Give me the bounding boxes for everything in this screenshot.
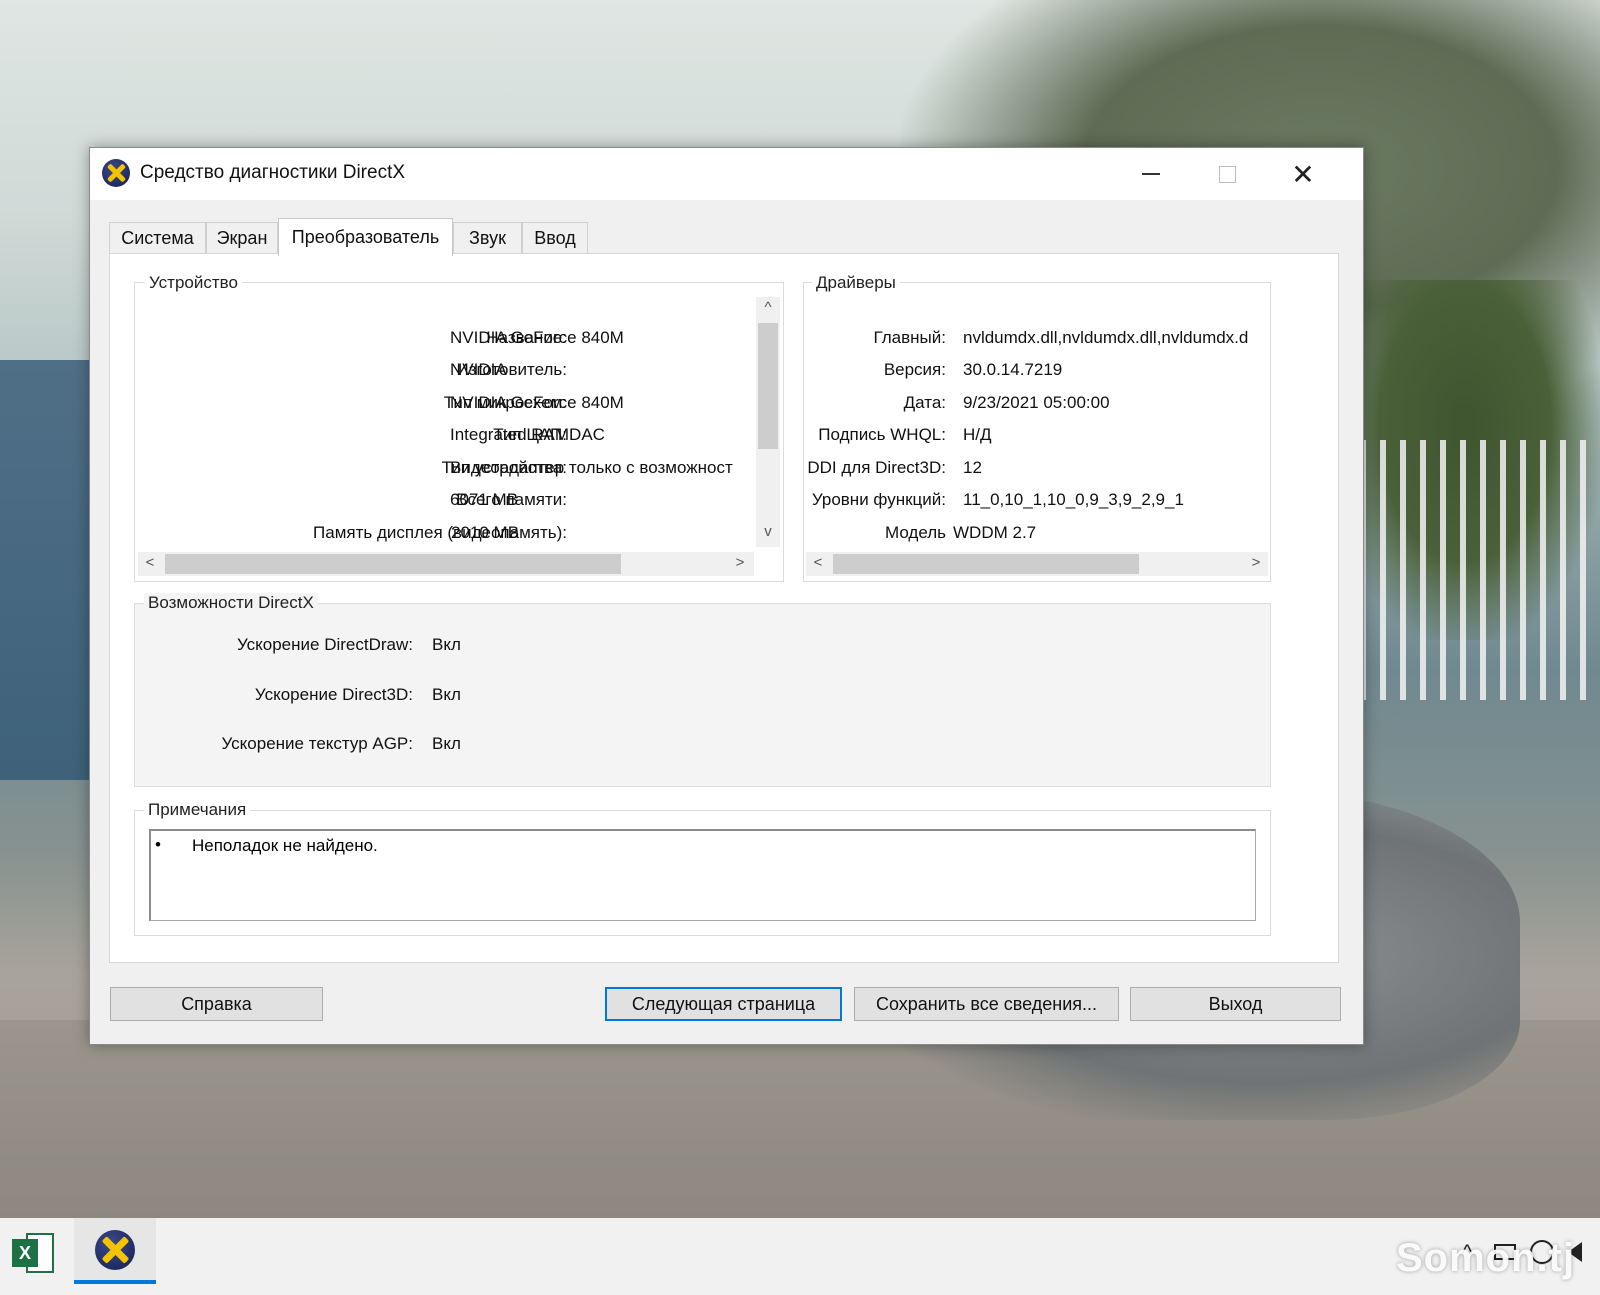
minimize-icon (1142, 173, 1160, 175)
window-title: Средство диагностики DirectX (140, 162, 406, 183)
close-button[interactable]: ✕ (1266, 148, 1340, 200)
minimize-button[interactable] (1114, 148, 1188, 200)
maximize-icon (1218, 165, 1236, 183)
driver-label-main: Главный: (873, 328, 946, 347)
notes-bullet: • (155, 835, 161, 854)
scroll-down-arrow-icon[interactable]: v (758, 523, 778, 540)
directx-icon (95, 1230, 135, 1270)
device-info-list: Название: NVIDIA GeForce 840M Изготовите… (140, 300, 754, 552)
driver-label-date: Дата: (903, 393, 946, 412)
tab-sound[interactable]: Звук (453, 222, 522, 254)
save-all-info-button[interactable]: Сохранить все сведения... (854, 987, 1119, 1021)
device-horizontal-scrollbar[interactable]: < > (138, 552, 754, 576)
dxdiag-taskbar-button[interactable] (74, 1218, 156, 1284)
agp-texture-acceleration-label: Ускорение текстур AGP: (221, 734, 413, 753)
scroll-right-arrow-icon[interactable]: > (1246, 554, 1266, 571)
driver-label-feature-levels: Уровни функций: (811, 490, 946, 509)
excel-icon: X (12, 1239, 38, 1267)
active-app-indicator (74, 1280, 156, 1284)
taskbar (0, 1218, 1600, 1295)
tab-input[interactable]: Ввод (522, 222, 588, 254)
driver-label-whql: Подпись WHQL: (818, 425, 946, 444)
scroll-right-arrow-icon[interactable]: > (730, 554, 750, 571)
agp-texture-acceleration-value: Вкл (432, 734, 461, 753)
exit-button[interactable]: Выход (1130, 987, 1341, 1021)
direct3d-acceleration-label: Ускорение Direct3D: (254, 685, 413, 704)
excel-taskbar-button[interactable]: X (12, 1233, 54, 1275)
close-icon: ✕ (1291, 158, 1315, 190)
maximize-button[interactable] (1190, 148, 1264, 200)
device-value-display-memory: 2010 MB (451, 523, 520, 542)
driver-label-ddi: DDI для Direct3D: (807, 458, 946, 477)
driver-value-main: nvldumdx.dll,nvldumdx.dll,nvldumdx.d (963, 328, 1249, 347)
notes-textbox[interactable]: • Неполадок не найдено. (149, 829, 1256, 921)
directx-icon (102, 159, 130, 187)
wallpaper-fence (1360, 440, 1600, 700)
driver-value-model: WDDM 2.7 (953, 523, 1037, 542)
device-value-total-memory: 6071 MB (450, 490, 519, 509)
notes-title: Примечания (144, 800, 251, 820)
driver-value-ddi: 12 (963, 458, 982, 477)
device-value-device-type: Видеоадаптер только с возможност (450, 458, 733, 477)
next-page-button[interactable]: Следующая страница (605, 987, 842, 1021)
device-value-dac-type: Integrated RAMDAC (450, 425, 605, 444)
drivers-info-list: Главный: nvldumdx.dll,nvldumdx.dll,nvldu… (806, 300, 1268, 552)
watermark-logo: Somon.tj (1396, 1236, 1576, 1280)
tab-display[interactable]: Экран (206, 222, 278, 254)
device-label-display-memory: Память дисплея (видеопамять): (313, 523, 567, 542)
scroll-left-arrow-icon[interactable]: < (140, 554, 160, 571)
help-button[interactable]: Справка (110, 987, 323, 1021)
device-horizontal-scroll-thumb[interactable] (165, 554, 621, 574)
driver-value-date: 9/23/2021 05:00:00 (963, 393, 1110, 412)
title-bar[interactable]: Средство диагностики DirectX ✕ (90, 148, 1363, 200)
direct3d-acceleration-value: Вкл (432, 685, 461, 704)
drivers-horizontal-scrollbar[interactable]: < > (806, 552, 1268, 576)
device-value-manufacturer: NVIDIA (450, 360, 507, 379)
tab-system[interactable]: Система (109, 222, 206, 254)
tab-render[interactable]: Преобразователь (278, 218, 453, 256)
device-value-chip-type: NVIDIA GeForce 840M (450, 393, 624, 412)
driver-value-version: 30.0.14.7219 (963, 360, 1063, 379)
driver-value-whql: Н/Д (963, 425, 992, 444)
directdraw-acceleration-value: Вкл (432, 635, 461, 654)
device-group-title: Устройство (145, 273, 242, 293)
drivers-group-title: Драйверы (812, 273, 900, 293)
drivers-horizontal-scroll-thumb[interactable] (833, 554, 1139, 574)
driver-label-version: Версия: (883, 360, 946, 379)
scroll-up-arrow-icon[interactable]: ^ (758, 299, 778, 316)
driver-label-model: Модель (884, 523, 946, 542)
directx-features-title: Возможности DirectX (144, 593, 318, 613)
device-value-name: NVIDIA GeForce 840M (450, 328, 624, 347)
directdraw-acceleration-label: Ускорение DirectDraw: (236, 635, 413, 654)
notes-text: Неполадок не найдено. (192, 836, 378, 855)
driver-value-feature-levels: 11_0,10_1,10_0,9_3,9_2,9_1 (963, 490, 1184, 509)
scroll-left-arrow-icon[interactable]: < (808, 554, 828, 571)
device-vertical-scroll-thumb[interactable] (758, 323, 778, 449)
device-vertical-scrollbar[interactable]: ^ v (756, 297, 780, 547)
